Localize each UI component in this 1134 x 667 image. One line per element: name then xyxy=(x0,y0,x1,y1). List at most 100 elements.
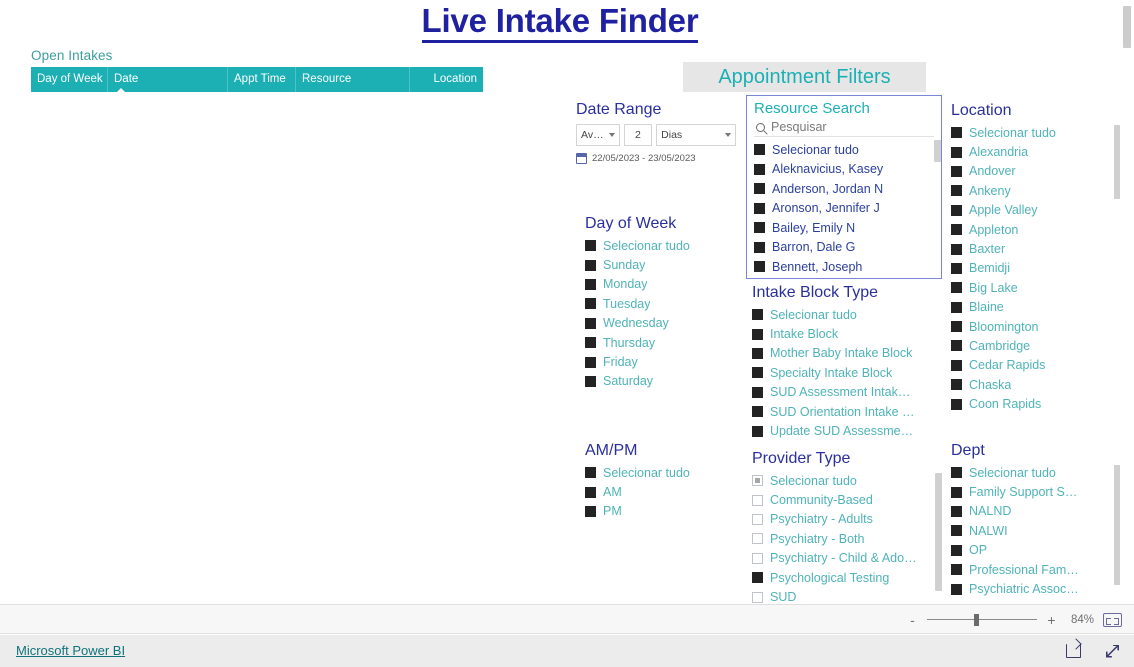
checkbox-icon[interactable] xyxy=(585,356,596,368)
slicer-item[interactable]: Apple Valley xyxy=(951,201,1107,220)
slicer-item[interactable]: Selecionar tudo xyxy=(585,463,735,482)
checkbox-icon[interactable] xyxy=(752,513,763,525)
checkbox-icon[interactable] xyxy=(951,486,962,498)
slicer-item[interactable]: NALWI xyxy=(951,521,1107,540)
slicer-item[interactable]: Ankeny xyxy=(951,181,1107,200)
checkbox-icon[interactable] xyxy=(585,259,596,271)
checkbox-icon[interactable] xyxy=(951,321,962,333)
checkbox-icon[interactable] xyxy=(752,309,763,321)
page-scrollbar-thumb[interactable] xyxy=(1123,6,1131,48)
slicer-item[interactable]: Psychiatry - Both xyxy=(752,529,928,548)
resource-search-input[interactable]: Pesquisar xyxy=(771,120,827,134)
slicer-item[interactable]: Monday xyxy=(585,275,735,294)
slicer-item[interactable]: PM xyxy=(585,502,735,521)
slicer-item[interactable]: Selecionar tudo xyxy=(754,140,927,160)
checkbox-icon[interactable] xyxy=(951,583,962,595)
slicer-item[interactable]: Selecionar tudo xyxy=(951,123,1107,142)
slicer-item[interactable]: OP xyxy=(951,541,1107,560)
slicer-item[interactable]: Mother Baby Intake Block xyxy=(752,344,932,363)
slicer-item[interactable]: Alexandria xyxy=(951,142,1107,161)
checkbox-icon[interactable] xyxy=(754,222,765,234)
slicer-item[interactable]: Psychiatry - Adults xyxy=(752,510,928,529)
slicer-item[interactable]: Thursday xyxy=(585,333,735,352)
checkbox-icon[interactable] xyxy=(951,398,962,410)
checkbox-icon[interactable] xyxy=(951,185,962,197)
slicer-item[interactable]: Sunday xyxy=(585,255,735,274)
checkbox-icon[interactable] xyxy=(585,278,596,290)
slicer-item[interactable]: Tuesday xyxy=(585,294,735,313)
slicer-item[interactable]: Professional Fam… xyxy=(951,560,1107,579)
checkbox-icon[interactable] xyxy=(951,127,962,139)
checkbox-icon[interactable] xyxy=(585,486,596,498)
zoom-out-button[interactable]: - xyxy=(907,613,918,627)
column-header-date[interactable]: Date xyxy=(107,67,227,92)
slicer-item[interactable]: Wednesday xyxy=(585,314,735,333)
checkbox-icon[interactable] xyxy=(752,367,763,379)
resource-search-box[interactable]: Pesquisar xyxy=(754,118,934,137)
checkbox-icon[interactable] xyxy=(951,379,962,391)
slicer-item[interactable]: Coon Rapids xyxy=(951,394,1107,413)
slicer-item[interactable]: Baxter xyxy=(951,239,1107,258)
date-range-relation-dropdown[interactable]: Av… xyxy=(576,124,620,146)
fit-to-page-icon[interactable] xyxy=(1103,613,1122,627)
slicer-item[interactable]: Selecionar tudo xyxy=(585,236,735,255)
slicer-item[interactable]: Saturday xyxy=(585,372,735,391)
checkbox-icon[interactable] xyxy=(754,241,765,253)
checkbox-icon[interactable] xyxy=(585,505,596,517)
slicer-item[interactable]: Community-Based xyxy=(752,490,928,509)
slicer-item[interactable]: SUD xyxy=(752,587,928,604)
checkbox-icon[interactable] xyxy=(754,202,765,214)
slicer-item[interactable]: Selecionar tudo xyxy=(752,305,932,324)
checkbox-icon[interactable] xyxy=(752,572,763,584)
slicer-item[interactable]: Anderson, Jordan N xyxy=(754,179,927,199)
checkbox-icon[interactable] xyxy=(754,261,765,273)
slicer-item[interactable]: AM xyxy=(585,482,735,501)
zoom-slider-thumb[interactable] xyxy=(974,614,979,626)
checkbox-icon[interactable] xyxy=(585,240,596,252)
share-icon[interactable] xyxy=(1066,644,1081,658)
checkbox-icon[interactable] xyxy=(752,475,763,487)
checkbox-icon[interactable] xyxy=(951,505,962,517)
checkbox-icon[interactable] xyxy=(585,337,596,349)
checkbox-icon[interactable] xyxy=(752,328,763,340)
slicer-item[interactable]: Bemidji xyxy=(951,259,1107,278)
checkbox-icon[interactable] xyxy=(752,386,763,398)
slicer-item[interactable]: Intake Block xyxy=(752,324,932,343)
checkbox-icon[interactable] xyxy=(951,359,962,371)
slicer-item[interactable]: Specialty Intake Block xyxy=(752,363,932,382)
checkbox-icon[interactable] xyxy=(951,282,962,294)
slicer-item[interactable]: SUD Assessment Intak… xyxy=(752,383,932,402)
slicer-item[interactable]: Appleton xyxy=(951,220,1107,239)
checkbox-icon[interactable] xyxy=(951,525,962,537)
checkbox-icon[interactable] xyxy=(951,204,962,216)
slicer-item[interactable]: Psychiatry - Child & Ado… xyxy=(752,549,928,568)
checkbox-icon[interactable] xyxy=(585,298,596,310)
slicer-item[interactable]: Update SUD Assessme… xyxy=(752,421,932,440)
slicer-item[interactable]: Blaine xyxy=(951,298,1107,317)
slicer-item[interactable]: Bloomington xyxy=(951,317,1107,336)
microsoft-power-bi-link[interactable]: Microsoft Power BI xyxy=(16,643,125,658)
slicer-item[interactable]: Aleknavicius, Kasey xyxy=(754,160,927,180)
checkbox-icon[interactable] xyxy=(951,165,962,177)
checkbox-icon[interactable] xyxy=(585,375,596,387)
slicer-item[interactable]: Bailey, Emily N xyxy=(754,218,927,238)
expand-icon[interactable] xyxy=(1105,644,1120,659)
zoom-slider[interactable] xyxy=(927,613,1037,627)
slicer-item[interactable]: Andover xyxy=(951,162,1107,181)
slicer-item[interactable]: Chaska xyxy=(951,375,1107,394)
column-header-day-of-week[interactable]: Day of Week xyxy=(31,67,107,92)
slicer-item[interactable]: Family Support S… xyxy=(951,482,1107,501)
checkbox-icon[interactable] xyxy=(951,564,962,576)
date-range-amount-input[interactable]: 2 xyxy=(623,124,653,146)
slicer-item[interactable]: Bennett, Joseph xyxy=(754,257,927,277)
slicer-item[interactable]: Psychological Testing xyxy=(752,568,928,587)
checkbox-icon[interactable] xyxy=(754,183,765,195)
checkbox-icon[interactable] xyxy=(752,406,763,418)
slicer-item[interactable]: Selecionar tudo xyxy=(752,471,928,490)
slicer-item[interactable]: Aronson, Jennifer J xyxy=(754,199,927,219)
checkbox-icon[interactable] xyxy=(752,591,763,603)
checkbox-icon[interactable] xyxy=(752,552,763,564)
checkbox-icon[interactable] xyxy=(951,262,962,274)
checkbox-icon[interactable] xyxy=(951,224,962,236)
checkbox-icon[interactable] xyxy=(754,163,765,175)
